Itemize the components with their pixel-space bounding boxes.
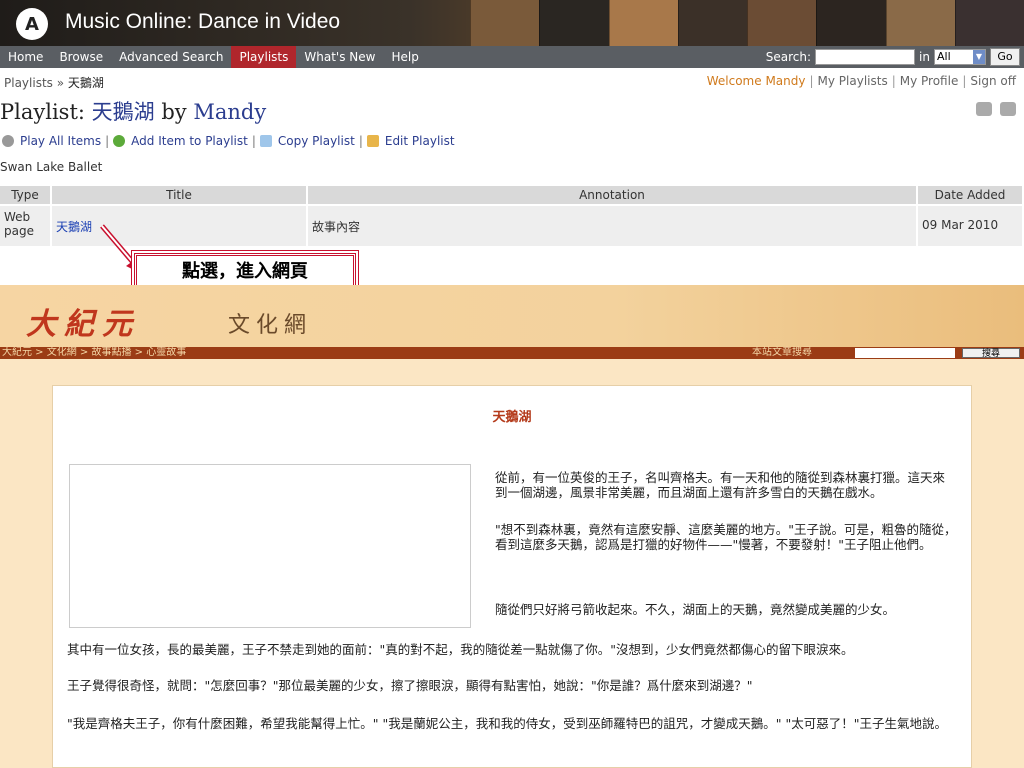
search-scope-select[interactable]: All ▼: [934, 49, 986, 65]
col-type[interactable]: Type: [0, 186, 52, 204]
search-go-button[interactable]: Go: [990, 48, 1020, 66]
nav-browse[interactable]: Browse: [51, 46, 111, 68]
web-brand-sub[interactable]: 文化網: [228, 307, 312, 339]
nav-playlists[interactable]: Playlists: [231, 46, 297, 68]
search-label: Search:: [765, 50, 812, 64]
add-item-link[interactable]: Add Item to Playlist: [131, 134, 248, 148]
playlist-by: by: [161, 100, 187, 124]
page-tools: [976, 102, 1016, 116]
cell-annotation: 故事內容: [308, 206, 918, 246]
cell-title-link[interactable]: 天鵝湖: [52, 206, 308, 246]
print-icon[interactable]: [1000, 102, 1016, 116]
add-icon: [113, 135, 126, 147]
playlist-owner: Mandy: [193, 100, 267, 124]
email-icon[interactable]: [976, 102, 992, 116]
chevron-down-icon: ▼: [973, 50, 985, 64]
web-search-input[interactable]: [855, 348, 955, 358]
welcome-text: Welcome Mandy: [706, 74, 806, 88]
site-header: A Music Online: Dance in Video: [0, 0, 1024, 46]
web-brand[interactable]: 大紀元: [26, 299, 140, 343]
col-date-added[interactable]: Date Added: [918, 186, 1024, 204]
article-paragraph: 從前，有一位英俊的王子，名叫齊格夫。有一天和他的隨從到森林裏打獵。這天來到一個湖…: [495, 470, 946, 500]
cell-type: Web page: [0, 206, 52, 246]
playlist-label: Playlist:: [0, 100, 85, 124]
nav-search: Search: in All ▼ Go: [766, 46, 1024, 68]
copy-playlist-link[interactable]: Copy Playlist: [278, 134, 355, 148]
web-search-button[interactable]: 搜尋: [962, 348, 1020, 359]
edit-playlist-link[interactable]: Edit Playlist: [385, 134, 455, 148]
article-title: 天鵝湖: [492, 410, 532, 425]
sign-off-link[interactable]: Sign off: [970, 74, 1016, 88]
my-profile-link[interactable]: My Profile: [900, 74, 959, 88]
col-title[interactable]: Title: [52, 186, 308, 204]
web-article: 天鵝湖 從前，有一位英俊的王子，名叫齊格夫。有一天和他的隨從到森林裏打獵。這天來…: [52, 385, 972, 768]
pencil-icon: [366, 135, 379, 147]
nav-advanced-search[interactable]: Advanced Search: [111, 46, 231, 68]
breadcrumb-playlists[interactable]: Playlists: [4, 76, 53, 90]
web-search-label: 本站文章搜尋: [752, 347, 812, 358]
embedded-webpage: 大紀元 文化網 大紀元 > 文化網 > 故事點播 > 心靈故事 本站文章搜尋 搜…: [0, 285, 1024, 768]
cell-date: 09 Mar 2010: [918, 206, 1024, 246]
playlist-description: Swan Lake Ballet: [0, 160, 103, 174]
page-title: Playlist: 天鵝湖 by Mandy: [0, 96, 266, 126]
article-paragraph: "我是齊格夫王子，你有什麼困難，希望我能幫得上忙。" "我是蘭妮公主，我和我的侍…: [67, 716, 947, 731]
copy-icon: [259, 135, 272, 147]
breadcrumb: Playlists » 天鵝湖: [4, 74, 104, 91]
table-row: Web page 天鵝湖 故事內容 09 Mar 2010: [0, 206, 1024, 246]
main-nav: Home Browse Advanced Search Playlists Wh…: [0, 46, 1024, 68]
search-input[interactable]: [815, 49, 916, 65]
nav-home[interactable]: Home: [0, 46, 51, 68]
nav-help[interactable]: Help: [383, 46, 426, 68]
breadcrumb-current: 天鵝湖: [67, 76, 104, 90]
user-bar: Welcome Mandy | My Playlists | My Profile | Si…: [706, 74, 1016, 88]
web-banner: 大紀元 文化網: [0, 285, 1024, 347]
playlist-table: Type Title Annotation Date Added Web pag…: [0, 186, 1024, 246]
header-photo-strip: [470, 0, 1024, 46]
play-icon: [2, 135, 14, 147]
logo-icon[interactable]: A: [16, 8, 48, 40]
article-paragraph: 隨從們只好將弓箭收起來。不久，湖面上的天鵝，竟然變成美麗的少女。: [495, 602, 896, 617]
article-paragraph: 王子覺得很奇怪，就問："怎麼回事？"那位最美麗的少女，擦了擦眼淚，顯得有點害怕，…: [67, 678, 753, 693]
nav-whats-new[interactable]: What's New: [296, 46, 383, 68]
col-annotation[interactable]: Annotation: [308, 186, 918, 204]
my-playlists-link[interactable]: My Playlists: [818, 74, 888, 88]
search-scope-value: All: [937, 50, 951, 63]
article-image: [69, 464, 471, 628]
web-breadcrumb[interactable]: 大紀元 > 文化網 > 故事點播 > 心靈故事: [2, 347, 186, 359]
site-title[interactable]: Music Online: Dance in Video: [65, 10, 340, 34]
breadcrumb-separator: »: [56, 76, 65, 90]
playlist-name: 天鵝湖: [91, 100, 155, 124]
article-paragraph: "想不到森林裏，竟然有這麼安靜、這麼美麗的地方。"王子說。可是，粗魯的隨從，看到…: [495, 522, 957, 552]
search-in-label: in: [919, 50, 930, 64]
web-nav-bar: 大紀元 > 文化網 > 故事點播 > 心靈故事 本站文章搜尋 搜尋: [0, 347, 1024, 359]
playlist-actions: Play All Items | Add Item to Playlist | …: [2, 134, 455, 148]
article-paragraph: 其中有一位女孩，長的最美麗，王子不禁走到她的面前："真的對不起，我的隨從差一點就…: [67, 642, 854, 657]
table-header: Type Title Annotation Date Added: [0, 186, 1024, 204]
play-all-link[interactable]: Play All Items: [20, 134, 101, 148]
